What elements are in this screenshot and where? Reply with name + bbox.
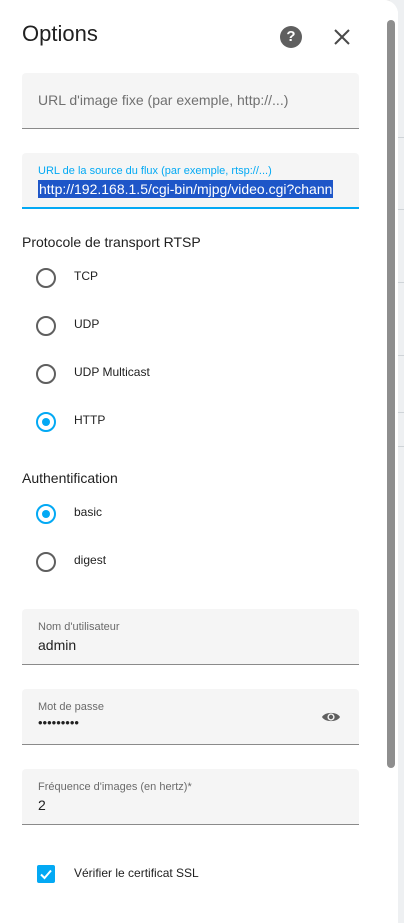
username-field[interactable]: Nom d'utilisateur admin bbox=[22, 609, 359, 665]
check-icon bbox=[40, 869, 52, 880]
verify-ssl-checkbox[interactable] bbox=[37, 865, 55, 883]
radio-label: UDP bbox=[74, 317, 100, 331]
stream-source-label: URL de la source du flux (par exemple, r… bbox=[38, 165, 272, 177]
radio-button[interactable] bbox=[36, 268, 56, 288]
radio-label: UDP Multicast bbox=[74, 365, 150, 379]
help-icon[interactable]: ? bbox=[280, 26, 302, 48]
password-field[interactable]: Mot de passe ••••••••• bbox=[22, 689, 359, 745]
radio-label: HTTP bbox=[74, 413, 106, 427]
eye-icon[interactable] bbox=[321, 710, 341, 724]
framerate-value[interactable]: 2 bbox=[38, 797, 46, 813]
dialog-title: Options bbox=[22, 21, 98, 46]
radio-label: basic bbox=[74, 505, 103, 519]
radio-button[interactable] bbox=[36, 412, 56, 432]
options-dialog: Options ? URL d'image fixe (par exemple,… bbox=[0, 0, 398, 923]
radio-button[interactable] bbox=[36, 364, 56, 384]
still-image-url-placeholder: URL d'image fixe (par exemple, http://..… bbox=[38, 92, 289, 108]
close-icon[interactable] bbox=[330, 25, 354, 49]
password-value[interactable]: ••••••••• bbox=[38, 715, 79, 730]
stream-source-field[interactable]: URL de la source du flux (par exemple, r… bbox=[22, 153, 359, 209]
still-image-url-field[interactable]: URL d'image fixe (par exemple, http://..… bbox=[22, 73, 359, 129]
radio-button[interactable] bbox=[36, 504, 56, 524]
authentication-title: Authentification bbox=[22, 470, 118, 486]
radio-label: digest bbox=[74, 553, 107, 567]
scrollbar-thumb[interactable] bbox=[387, 20, 395, 768]
radio-label: TCP bbox=[74, 269, 98, 283]
username-label: Nom d'utilisateur bbox=[38, 621, 120, 633]
rtsp-transport-title: Protocole de transport RTSP bbox=[22, 234, 201, 250]
verify-ssl-label: Vérifier le certificat SSL bbox=[74, 866, 199, 880]
radio-button[interactable] bbox=[36, 316, 56, 336]
username-value[interactable]: admin bbox=[38, 637, 76, 653]
password-label: Mot de passe bbox=[38, 701, 105, 713]
framerate-field[interactable]: Fréquence d'images (en hertz)* 2 bbox=[22, 769, 359, 825]
radio-button[interactable] bbox=[36, 552, 56, 572]
stream-source-value[interactable]: http://192.168.1.5/cgi-bin/mjpg/video.cg… bbox=[38, 180, 334, 198]
framerate-label: Fréquence d'images (en hertz)* bbox=[38, 781, 192, 793]
